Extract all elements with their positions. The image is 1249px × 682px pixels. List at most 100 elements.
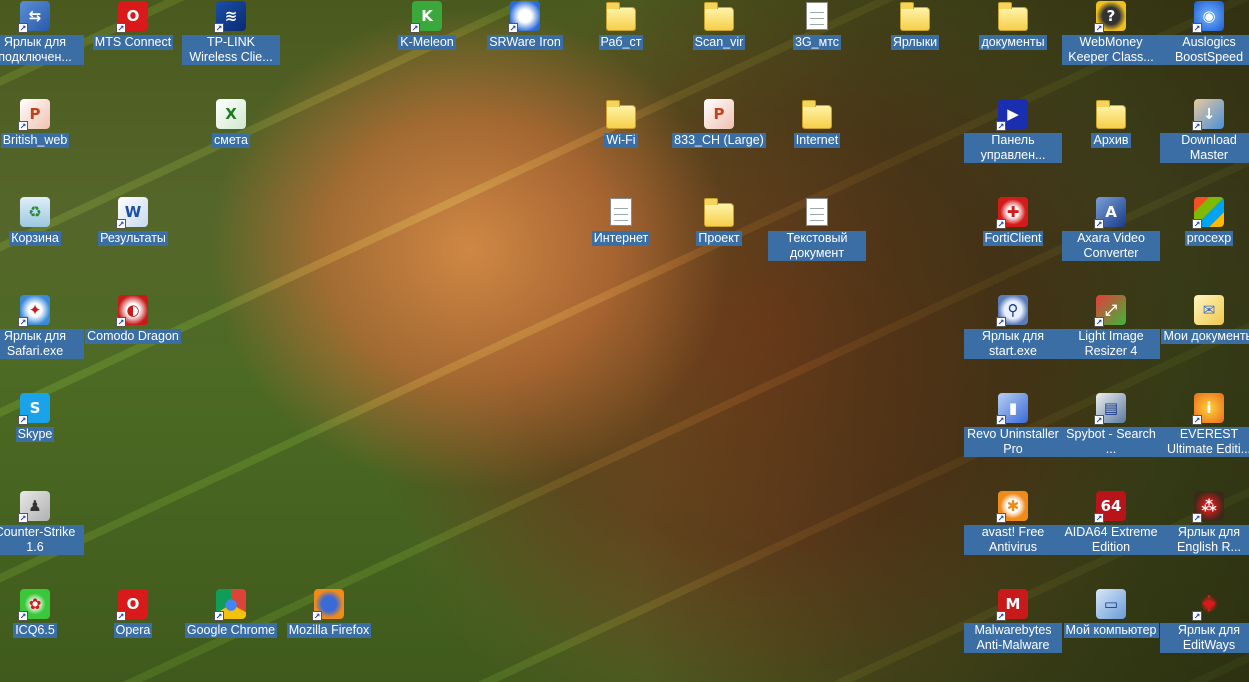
desktop-icon[interactable]: ⁂ ↗ Ярлык для English R... <box>1160 490 1249 555</box>
desktop-icon[interactable]: Текстовый документ <box>768 196 866 261</box>
desktop-icon[interactable]: Scan_vir <box>670 0 768 50</box>
network-connection-icon: ⇆ ↗ <box>18 0 51 33</box>
icon-image <box>610 198 632 226</box>
desktop-icon[interactable]: ✉ Мои документы <box>1160 294 1249 344</box>
shortcut-arrow-icon: ↗ <box>1094 23 1104 33</box>
desktop-icon[interactable]: ↗ SRWare Iron <box>476 0 574 50</box>
desktop-icon[interactable]: K ↗ K-Meleon <box>378 0 476 50</box>
desktop-icon[interactable]: ♟ ↗ Counter-Strike 1.6 <box>0 490 84 555</box>
desktop-icon[interactable]: ↓ ↗ Download Master <box>1160 98 1249 163</box>
desktop-icon[interactable]: Архив <box>1062 98 1160 148</box>
desktop-icon[interactable]: Интернет <box>572 196 670 246</box>
folder-icon <box>605 98 637 130</box>
icon-image <box>606 100 636 129</box>
revo-uninstaller-icon: ▮ ↗ <box>996 392 1029 425</box>
malwarebytes-icon: M ↗ <box>996 588 1029 621</box>
desktop-icon[interactable]: Wi-Fi <box>572 98 670 148</box>
desktop-icon[interactable]: ⤢ ↗ Light Image Resizer 4 <box>1062 294 1160 359</box>
desktop-icon[interactable]: O ↗ Opera <box>84 588 182 638</box>
desktop-icon[interactable]: ♻ Корзина <box>0 196 84 246</box>
icon-image: P <box>704 99 734 129</box>
desktop-icon[interactable]: O ↗ MTS Connect <box>84 0 182 50</box>
auslogics-icon: ◉ ↗ <box>1192 0 1225 33</box>
shortcut-arrow-icon: ↗ <box>312 611 322 621</box>
icon-image <box>704 2 734 31</box>
desktop-icon-label: смета <box>212 133 250 148</box>
my-documents-icon: ✉ <box>1193 294 1225 326</box>
desktop-icon[interactable]: Проект <box>670 196 768 246</box>
desktop-icon[interactable]: A ↗ Axara Video Converter <box>1062 196 1160 261</box>
desktop-icon[interactable]: ↗ Mozilla Firefox <box>280 588 378 638</box>
desktop-icon[interactable]: Internet <box>768 98 866 148</box>
icq-icon: ✿ ↗ <box>18 588 51 621</box>
desktop-icon[interactable]: ⁛ ↗ Ярлык для EditWays <box>1160 588 1249 653</box>
shortcut-arrow-icon: ↗ <box>996 415 1006 425</box>
desktop-icon[interactable]: ▭ Мой компьютер <box>1062 588 1160 638</box>
desktop-icon[interactable]: ✦ ↗ Ярлык для Safari.exe <box>0 294 84 359</box>
folder-icon <box>997 0 1029 32</box>
desktop-icon[interactable]: S ↗ Skype <box>0 392 84 442</box>
desktop-icon-label: Интернет <box>591 231 651 246</box>
desktop-icon-label: Axara Video Converter <box>1062 231 1160 261</box>
desktop-icon[interactable]: Раб_ст <box>572 0 670 50</box>
desktop-icon[interactable]: ✚ ↗ FortiClient <box>964 196 1062 246</box>
desktop-icon[interactable]: Xсмета <box>182 98 280 148</box>
shortcut-arrow-icon: ↗ <box>116 317 126 327</box>
shortcut-arrow-icon: ↗ <box>996 513 1006 523</box>
desktop-icon[interactable]: ● ↗ Google Chrome <box>182 588 280 638</box>
shortcut-arrow-icon: ↗ <box>214 23 224 33</box>
desktop-icon[interactable]: P 833_CH (Large) <box>670 98 768 148</box>
desktop-icon[interactable]: ✱ ↗ avast! Free Antivirus <box>964 490 1062 555</box>
desktop-icon-label: K-Meleon <box>398 35 456 50</box>
desktop-icon[interactable]: 3G_мтс <box>768 0 866 50</box>
desktop-icon[interactable]: ≋ ↗ TP-LINK Wireless Clie... <box>182 0 280 65</box>
desktop-icon[interactable]: ▤ ↗ Spybot - Search ... <box>1062 392 1160 457</box>
icon-image: ▭ <box>1096 589 1126 619</box>
desktop-icon[interactable]: i ↗ EVEREST Ultimate Editi... <box>1160 392 1249 457</box>
shortcut-arrow-icon: ↗ <box>996 611 1006 621</box>
desktop-icon-label: Opera <box>113 623 153 638</box>
icon-image <box>802 100 832 129</box>
desktop-icon[interactable]: ⚲ ↗ Ярлык для start.exe <box>964 294 1062 359</box>
firefox-icon: ↗ <box>312 588 345 621</box>
desktop-icon[interactable]: ▶ ↗ Панель управлен... <box>964 98 1062 163</box>
desktop-icon-label: Auslogics BoostSpeed <box>1160 35 1249 65</box>
my-computer-icon: ▭ <box>1095 588 1127 620</box>
desktop-icon-label: Ярлыки <box>890 35 940 50</box>
word-document-icon: W ↗ <box>116 196 149 229</box>
desktop-icon[interactable]: M ↗ Malwarebytes Anti-Malware <box>964 588 1062 653</box>
desktop-icon[interactable]: ↗ procexp <box>1160 196 1249 246</box>
desktop-icon[interactable]: 64 ↗ AIDA64 Extreme Edition <box>1062 490 1160 555</box>
forticlient-icon: ✚ ↗ <box>996 196 1029 229</box>
light-image-resizer-icon: ⤢ ↗ <box>1094 294 1127 327</box>
desktop-icon[interactable]: W ↗ Результаты <box>84 196 182 246</box>
icon-image <box>806 2 828 30</box>
shortcut-arrow-icon: ↗ <box>18 513 28 523</box>
srware-iron-icon: ↗ <box>508 0 541 33</box>
desktop-icon[interactable]: P ↗ British_web <box>0 98 84 148</box>
icon-image: ♻ <box>20 197 50 227</box>
desktop-icon-label: Архив <box>1091 133 1131 148</box>
shortcut-arrow-icon: ↗ <box>508 23 518 33</box>
shortcut-arrow-icon: ↗ <box>1094 317 1104 327</box>
text-document-icon <box>801 196 833 228</box>
desktop-icon-label: 3G_мтс <box>792 35 842 50</box>
tp-link-wireless-icon: ≋ ↗ <box>214 0 247 33</box>
icon-image <box>1096 100 1126 129</box>
desktop-icon-label: 833_CH (Large) <box>672 133 766 148</box>
desktop-icon[interactable]: ? ↗ WebMoney Keeper Class... <box>1062 0 1160 65</box>
english-app-icon: ⁂ ↗ <box>1192 490 1225 523</box>
shortcut-arrow-icon: ↗ <box>18 611 28 621</box>
icon-image: X <box>216 99 246 129</box>
desktop-icon-label: TP-LINK Wireless Clie... <box>182 35 280 65</box>
desktop-icon[interactable]: ⇆ ↗ Ярлык для подключен... <box>0 0 84 65</box>
desktop-icon[interactable]: ◐ ↗ Comodo Dragon <box>84 294 182 344</box>
desktop-icon[interactable]: ▮ ↗ Revo Uninstaller Pro <box>964 392 1062 457</box>
desktop-icon[interactable]: ✿ ↗ ICQ6.5 <box>0 588 84 638</box>
icon-image <box>900 2 930 31</box>
icon-image: ✉ <box>1194 295 1224 325</box>
desktop-icon[interactable]: Ярлыки <box>866 0 964 50</box>
folder-icon <box>1095 98 1127 130</box>
desktop-icon[interactable]: ◉ ↗ Auslogics BoostSpeed <box>1160 0 1249 65</box>
desktop-icon[interactable]: документы <box>964 0 1062 50</box>
